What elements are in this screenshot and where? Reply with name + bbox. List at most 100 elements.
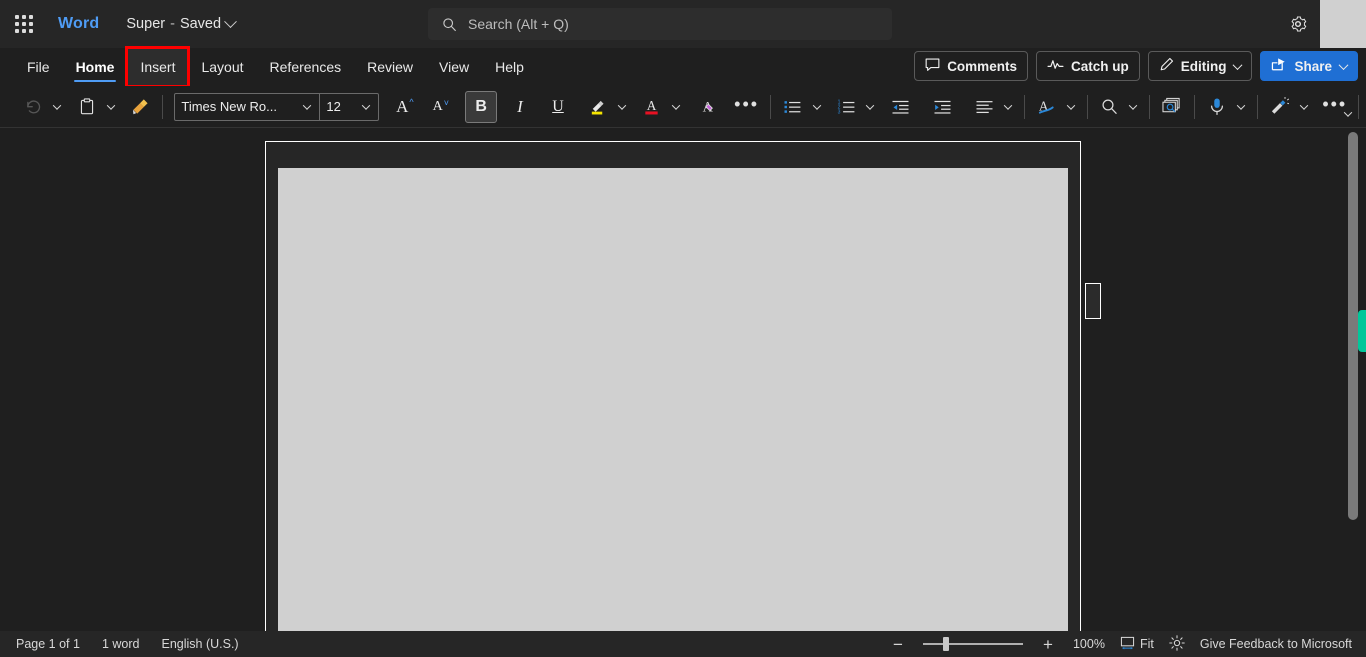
designer-button[interactable] — [1265, 91, 1295, 123]
bullets-button[interactable] — [778, 91, 808, 123]
find-button[interactable] — [1095, 91, 1125, 123]
zoom-slider[interactable] — [922, 634, 1023, 654]
font-color-dropdown[interactable] — [667, 91, 685, 123]
dictate-dropdown[interactable] — [1232, 91, 1250, 123]
clear-formatting-button[interactable]: A — [690, 91, 720, 123]
search-placeholder: Search (Alt + Q) — [468, 16, 569, 32]
word-count[interactable]: 1 word — [102, 637, 140, 651]
decrease-indent-button[interactable] — [885, 91, 915, 123]
chevron-down-icon — [303, 100, 312, 110]
editor-button[interactable] — [1157, 91, 1187, 123]
chevron-down-icon — [866, 100, 875, 110]
zoom-slider-handle[interactable] — [942, 637, 949, 651]
share-button[interactable]: Share — [1260, 51, 1358, 81]
catch-up-button[interactable]: Catch up — [1035, 51, 1140, 81]
designer-dropdown[interactable] — [1295, 91, 1313, 123]
floating-side-panel[interactable] — [1085, 283, 1101, 319]
feedback-link[interactable]: Give Feedback to Microsoft — [1200, 637, 1352, 651]
chevron-down-icon — [1066, 100, 1075, 110]
language-indicator[interactable]: English (U.S.) — [161, 637, 238, 651]
document-page[interactable] — [265, 141, 1081, 631]
find-dropdown[interactable] — [1125, 91, 1143, 123]
undo-dropdown[interactable] — [48, 91, 66, 123]
word-online-window: Word Super - Saved Search (Alt + Q) File… — [0, 0, 1366, 657]
highlight-dropdown[interactable] — [613, 91, 631, 123]
alignment-dropdown[interactable] — [999, 91, 1017, 123]
font-controls: Times New Ro... 12 — [174, 92, 380, 121]
undo-button[interactable] — [18, 91, 48, 123]
toolbar-divider — [769, 94, 771, 119]
top-right-panel — [1320, 0, 1366, 48]
tab-layout[interactable]: Layout — [188, 48, 256, 86]
collapse-ribbon-button[interactable] — [1338, 104, 1358, 124]
title-separator: - — [170, 16, 175, 32]
caret-down-icon: ˅ — [443, 97, 450, 108]
alignment-button[interactable] — [969, 91, 999, 123]
chevron-down-icon — [1343, 108, 1353, 117]
tab-view[interactable]: View — [426, 48, 482, 86]
chevron-down-icon — [362, 100, 371, 110]
zoom-level-label[interactable]: 100% — [1073, 637, 1105, 651]
ribbon-action-buttons: Comments Catch up Editing Share — [914, 51, 1358, 81]
fit-to-width-button[interactable]: Fit — [1120, 636, 1154, 653]
tab-home[interactable]: Home — [63, 48, 128, 86]
tab-insert[interactable]: Insert — [125, 46, 191, 88]
tab-help[interactable]: Help — [482, 48, 537, 86]
numbering-dropdown[interactable] — [862, 91, 880, 123]
bullets-dropdown[interactable] — [808, 91, 826, 123]
bold-label: B — [475, 97, 487, 115]
toolbar-divider — [1023, 94, 1025, 119]
gear-icon[interactable] — [1282, 8, 1314, 40]
font-size-dropdown[interactable] — [354, 94, 378, 120]
zoom-out-button[interactable]: − — [888, 634, 908, 654]
font-name-input[interactable]: Times New Ro... — [175, 99, 295, 114]
font-size-input[interactable]: 12 — [320, 99, 354, 114]
numbering-button[interactable]: 1 2 3 — [832, 91, 862, 123]
more-font-options-button[interactable]: ••• — [730, 91, 762, 123]
styles-button[interactable]: A — [1032, 91, 1062, 123]
chevron-down-icon — [671, 100, 680, 110]
document-canvas[interactable] — [0, 128, 1366, 631]
format-painter-button[interactable] — [125, 91, 155, 123]
comments-label: Comments — [947, 58, 1017, 74]
grow-font-label: A — [396, 97, 409, 116]
comment-bubble-icon — [925, 58, 940, 75]
styles-dropdown[interactable] — [1062, 91, 1080, 123]
app-name-word[interactable]: Word — [58, 15, 99, 33]
focus-mode-button[interactable] — [1169, 634, 1185, 654]
search-input[interactable]: Search (Alt + Q) — [428, 8, 892, 40]
page-indicator[interactable]: Page 1 of 1 — [16, 637, 80, 651]
grow-font-button[interactable]: A ^ — [389, 91, 419, 123]
page-content-area[interactable] — [278, 168, 1068, 631]
toolbar-divider — [1149, 94, 1151, 119]
tab-references[interactable]: References — [257, 48, 355, 86]
document-name: Super — [126, 16, 166, 32]
text-highlight-button[interactable] — [583, 91, 613, 123]
status-left-group: Page 1 of 1 1 word English (U.S.) — [16, 637, 239, 651]
app-launcher-icon[interactable] — [4, 4, 44, 44]
document-title-menu[interactable]: Super - Saved — [126, 14, 237, 32]
zoom-in-button[interactable]: + — [1038, 634, 1058, 654]
tab-review[interactable]: Review — [354, 48, 426, 86]
shrink-font-button[interactable]: A ˅ — [425, 91, 455, 123]
dictate-button[interactable] — [1202, 91, 1232, 123]
paste-button[interactable] — [72, 91, 102, 123]
tab-file[interactable]: File — [14, 48, 63, 86]
italic-button[interactable]: I — [505, 91, 535, 123]
search-icon — [442, 17, 457, 32]
comments-button[interactable]: Comments — [914, 51, 1028, 81]
font-color-button[interactable]: A — [637, 91, 667, 123]
chevron-down-icon — [1129, 100, 1138, 110]
vertical-scrollbar-thumb[interactable] — [1348, 132, 1358, 520]
share-label: Share — [1294, 58, 1332, 74]
bold-button[interactable]: B — [465, 90, 497, 123]
increase-indent-button[interactable] — [927, 91, 957, 123]
paste-dropdown[interactable] — [102, 91, 120, 123]
editing-mode-button[interactable]: Editing — [1147, 51, 1253, 81]
toolbar-divider — [1194, 94, 1196, 119]
chevron-down-icon — [1338, 59, 1349, 70]
scroll-position-marker — [1358, 310, 1366, 352]
share-icon — [1271, 57, 1287, 75]
underline-button[interactable]: U — [543, 91, 573, 123]
font-name-dropdown[interactable] — [295, 94, 319, 120]
